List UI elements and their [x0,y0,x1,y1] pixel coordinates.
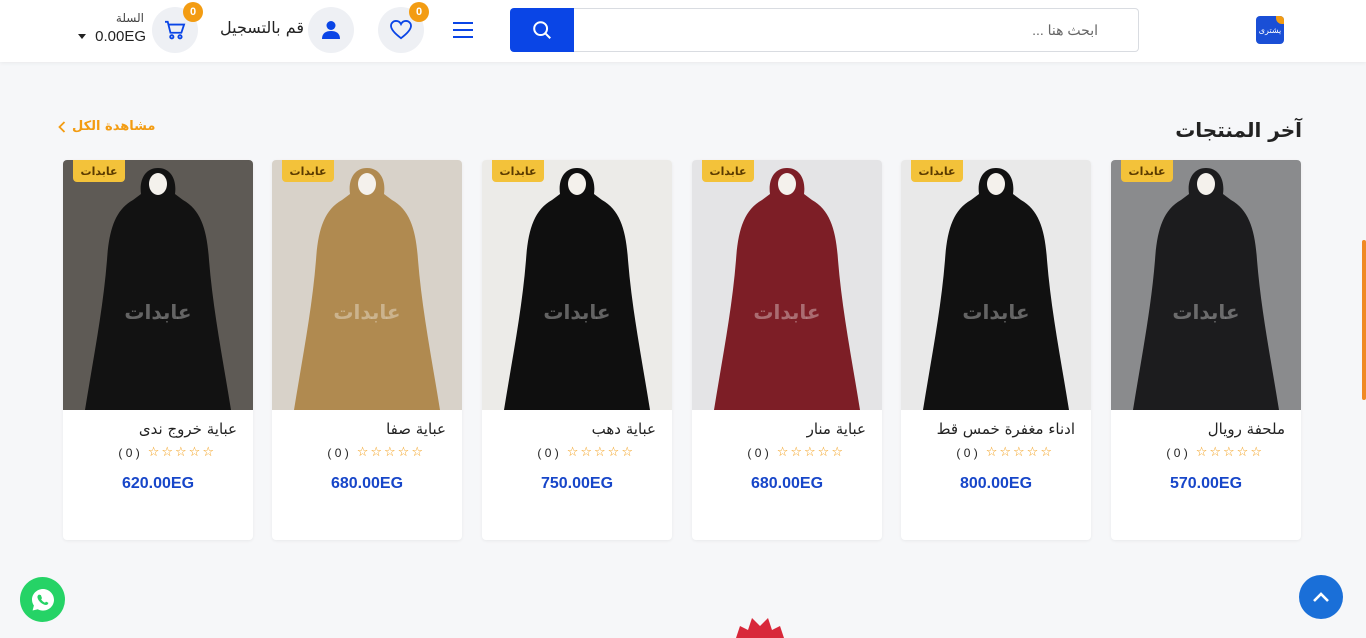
rating-count: ( 0 ) [1166,445,1188,460]
product-name[interactable]: عباية صفا [282,420,446,438]
brand-tag: عابدات [1121,160,1173,182]
product-photo [482,160,672,410]
site-header: يشترى 0 قم بالتسجيل 0 السلة 0.00EG [0,0,1366,62]
footer-decoration-icon [736,618,784,638]
cart-label: السلة [115,11,144,25]
whatsapp-icon [31,588,54,611]
product-image[interactable]: عابدات عابدات [692,160,882,410]
product-image[interactable]: عابدات عابدات [63,160,253,410]
rating-count: ( 0 ) [537,445,559,460]
product-image[interactable]: عابدات عابدات [901,160,1091,410]
view-all-label: مشاهدة الكل [72,119,156,134]
product-rating: ( 0 ) ☆☆☆☆☆ [282,445,425,460]
product-card[interactable]: عابدات عابدات عباية دهب ( 0 ) ☆☆☆☆☆ 750.… [482,160,672,540]
product-image[interactable]: عابدات عابدات [272,160,462,410]
product-card[interactable]: عابدات عابدات عباية منار ( 0 ) ☆☆☆☆☆ 680… [692,160,882,540]
product-name[interactable]: عباية خروج ندى [73,420,237,438]
product-price: 750.00EG [540,475,614,492]
login-link[interactable]: قم بالتسجيل [212,18,304,37]
image-watermark: عابدات [753,300,821,324]
product-price: 570.00EG [1169,475,1243,492]
product-rating: ( 0 ) ☆☆☆☆☆ [911,445,1054,460]
product-name[interactable]: ادناء مغفرة خمس قط [911,420,1075,438]
product-rating: ( 0 ) ☆☆☆☆☆ [73,445,216,460]
product-card[interactable]: عابدات عابدات عباية صفا ( 0 ) ☆☆☆☆☆ 680.… [272,160,462,540]
product-rating: ( 0 ) ☆☆☆☆☆ [492,445,635,460]
image-watermark: عابدات [962,300,1030,324]
product-card[interactable]: عابدات عابدات عباية خروج ندى ( 0 ) ☆☆☆☆☆… [63,160,253,540]
hamburger-icon [453,22,473,38]
whatsapp-button[interactable] [20,577,65,622]
product-rating: ( 0 ) ☆☆☆☆☆ [702,445,845,460]
face-blur [778,173,796,195]
product-rating: ( 0 ) ☆☆☆☆☆ [1121,445,1264,460]
product-card[interactable]: عابدات عابدات ملحفة رويال ( 0 ) ☆☆☆☆☆ 57… [1111,160,1301,540]
product-price: 680.00EG [750,475,824,492]
cart-icon [165,20,186,40]
cart-dropdown-caret-icon[interactable] [78,34,86,39]
product-price: 620.00EG [121,475,195,492]
rating-count: ( 0 ) [956,445,978,460]
brand-tag: عابدات [911,160,963,182]
brand-tag: عابدات [492,160,544,182]
heart-icon [390,20,412,40]
face-blur [987,173,1005,195]
image-watermark: عابدات [333,300,401,324]
product-photo [901,160,1091,410]
product-photo [272,160,462,410]
back-to-top-button[interactable] [1299,575,1343,619]
wishlist-count-badge: 0 [409,2,429,22]
star-rating-icon: ☆☆☆☆☆ [985,445,1054,460]
search-icon [533,21,551,39]
rating-count: ( 0 ) [747,445,769,460]
search-input[interactable] [574,8,1139,52]
star-rating-icon: ☆☆☆☆☆ [1195,445,1264,460]
rating-count: ( 0 ) [118,445,140,460]
brand-tag: عابدات [282,160,334,182]
star-rating-icon: ☆☆☆☆☆ [566,445,635,460]
product-photo [1111,160,1301,410]
product-photo [63,160,253,410]
brand-tag: عابدات [73,160,125,182]
product-image[interactable]: عابدات عابدات [482,160,672,410]
product-image[interactable]: عابدات عابدات [1111,160,1301,410]
cart-count-badge: 0 [183,2,203,22]
chevron-up-icon [1313,592,1329,602]
face-blur [149,173,167,195]
logo-text: يشترى [1258,25,1282,35]
star-rating-icon: ☆☆☆☆☆ [776,445,845,460]
star-rating-icon: ☆☆☆☆☆ [147,445,216,460]
search-button[interactable] [510,8,574,52]
star-rating-icon: ☆☆☆☆☆ [356,445,425,460]
product-card[interactable]: عابدات عابدات ادناء مغفرة خمس قط ( 0 ) ☆… [901,160,1091,540]
logo-accent [1276,16,1284,24]
view-all-link[interactable]: مشاهدة الكل [58,119,168,134]
site-logo[interactable]: يشترى [1256,16,1284,44]
account-button[interactable] [308,7,354,53]
product-price: 800.00EG [959,475,1033,492]
face-blur [358,173,376,195]
product-name[interactable]: عباية دهب [492,420,656,438]
face-blur [1197,173,1215,195]
cart-total[interactable]: 0.00EG [76,28,146,45]
image-watermark: عابدات [124,300,192,324]
face-blur [568,173,586,195]
scrollbar-thumb[interactable] [1362,240,1366,400]
product-name[interactable]: ملحفة رويال [1121,420,1285,438]
section-title: آخر المنتجات [1175,118,1302,142]
image-watermark: عابدات [1172,300,1240,324]
menu-button[interactable] [451,18,475,42]
rating-count: ( 0 ) [327,445,349,460]
image-watermark: عابدات [543,300,611,324]
chevron-left-icon [58,120,66,133]
product-photo [692,160,882,410]
product-price: 680.00EG [330,475,404,492]
user-icon [322,21,340,39]
product-name[interactable]: عباية منار [702,420,866,438]
brand-tag: عابدات [702,160,754,182]
